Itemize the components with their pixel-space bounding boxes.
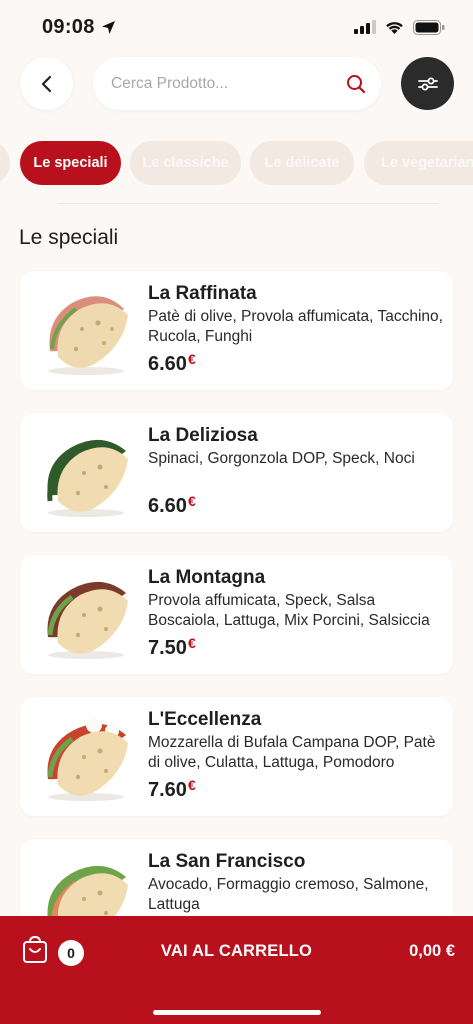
search-input[interactable] <box>111 74 345 93</box>
product-image <box>47 717 128 801</box>
product-image <box>48 296 128 375</box>
home-indicator[interactable] <box>153 1010 321 1015</box>
product-price: 7.50 € <box>148 635 196 660</box>
back-button[interactable] <box>20 57 73 110</box>
product-name: L'Eccellenza <box>148 709 262 730</box>
product-name: La Raffinata <box>148 283 257 304</box>
status-icons <box>354 19 445 35</box>
currency-symbol: € <box>187 351 196 367</box>
product-card-la-raffinata[interactable]: La Raffinata Patè di olive, Provola affu… <box>20 271 453 390</box>
cellular-signal-icon <box>354 20 376 34</box>
section-title: Le speciali <box>19 226 119 249</box>
product-description: Avocado, Formaggio cremoso, Salmone, Lat… <box>148 876 429 913</box>
status-time: 09:08 <box>42 15 95 38</box>
price-value: 6.60 <box>148 353 187 375</box>
cart-total: 0,00 € <box>409 942 455 960</box>
price-value: 7.50 <box>148 637 187 659</box>
product-price: 7.60 € <box>148 777 196 802</box>
chevron-left-icon <box>41 75 51 92</box>
search-icon[interactable] <box>345 73 367 95</box>
price-value: 6.60 <box>148 495 187 517</box>
product-card-la-deliziosa[interactable]: La Deliziosa Spinaci, Gorgonzola DOP, Sp… <box>20 413 453 532</box>
product-description: Spinaci, Gorgonzola DOP, Speck, Noci <box>148 450 415 467</box>
tab-le-classiche[interactable]: Le classiche <box>130 141 241 185</box>
currency-symbol: € <box>187 777 196 793</box>
currency-symbol: € <box>187 493 196 509</box>
top-bar <box>20 57 454 110</box>
filter-button[interactable] <box>401 57 454 110</box>
location-arrow-icon <box>101 20 115 34</box>
sliders-icon <box>417 77 438 90</box>
category-tabs: Le speciali Le classiche Le delicate Le … <box>0 141 473 185</box>
search-bar[interactable] <box>93 57 381 110</box>
product-image <box>47 581 128 659</box>
go-to-cart-button[interactable]: VAI AL CARRELLO <box>0 942 473 961</box>
product-name: La Deliziosa <box>148 425 258 446</box>
product-image <box>47 439 128 517</box>
currency-symbol: € <box>187 635 196 651</box>
product-price: 6.60 € <box>148 351 196 376</box>
product-price: 6.60 € <box>148 493 196 518</box>
price-value: 7.60 <box>148 779 187 801</box>
status-time-group: 09:08 <box>42 16 116 39</box>
tab-le-vegetariane[interactable]: Le vegetariane <box>364 141 473 185</box>
product-description: Mozzarella di Bufala Campana DOP, Patè d… <box>148 734 436 771</box>
tab-le-speciali[interactable]: Le speciali <box>20 141 121 185</box>
product-name: La Montagna <box>148 567 266 588</box>
wifi-icon <box>386 21 403 34</box>
tab-le-delicate[interactable]: Le delicate <box>250 141 354 185</box>
product-card-l-eccellenza[interactable]: L'Eccellenza Mozzarella di Bufala Campan… <box>20 697 453 816</box>
battery-icon <box>413 19 445 35</box>
product-name: La San Francisco <box>148 851 306 872</box>
cart-bar[interactable]: 0 VAI AL CARRELLO 0,00 € <box>0 916 473 1024</box>
divider <box>57 203 439 204</box>
product-description: Patè di olive, Provola affumicata, Tacch… <box>148 308 443 345</box>
status-bar: 09:08 <box>0 0 473 54</box>
tab-previous-partial[interactable] <box>0 141 10 185</box>
product-card-la-montagna[interactable]: La Montagna Provola affumicata, Speck, S… <box>20 555 453 674</box>
product-description: Provola affumicata, Speck, Salsa Boscaio… <box>148 592 430 629</box>
